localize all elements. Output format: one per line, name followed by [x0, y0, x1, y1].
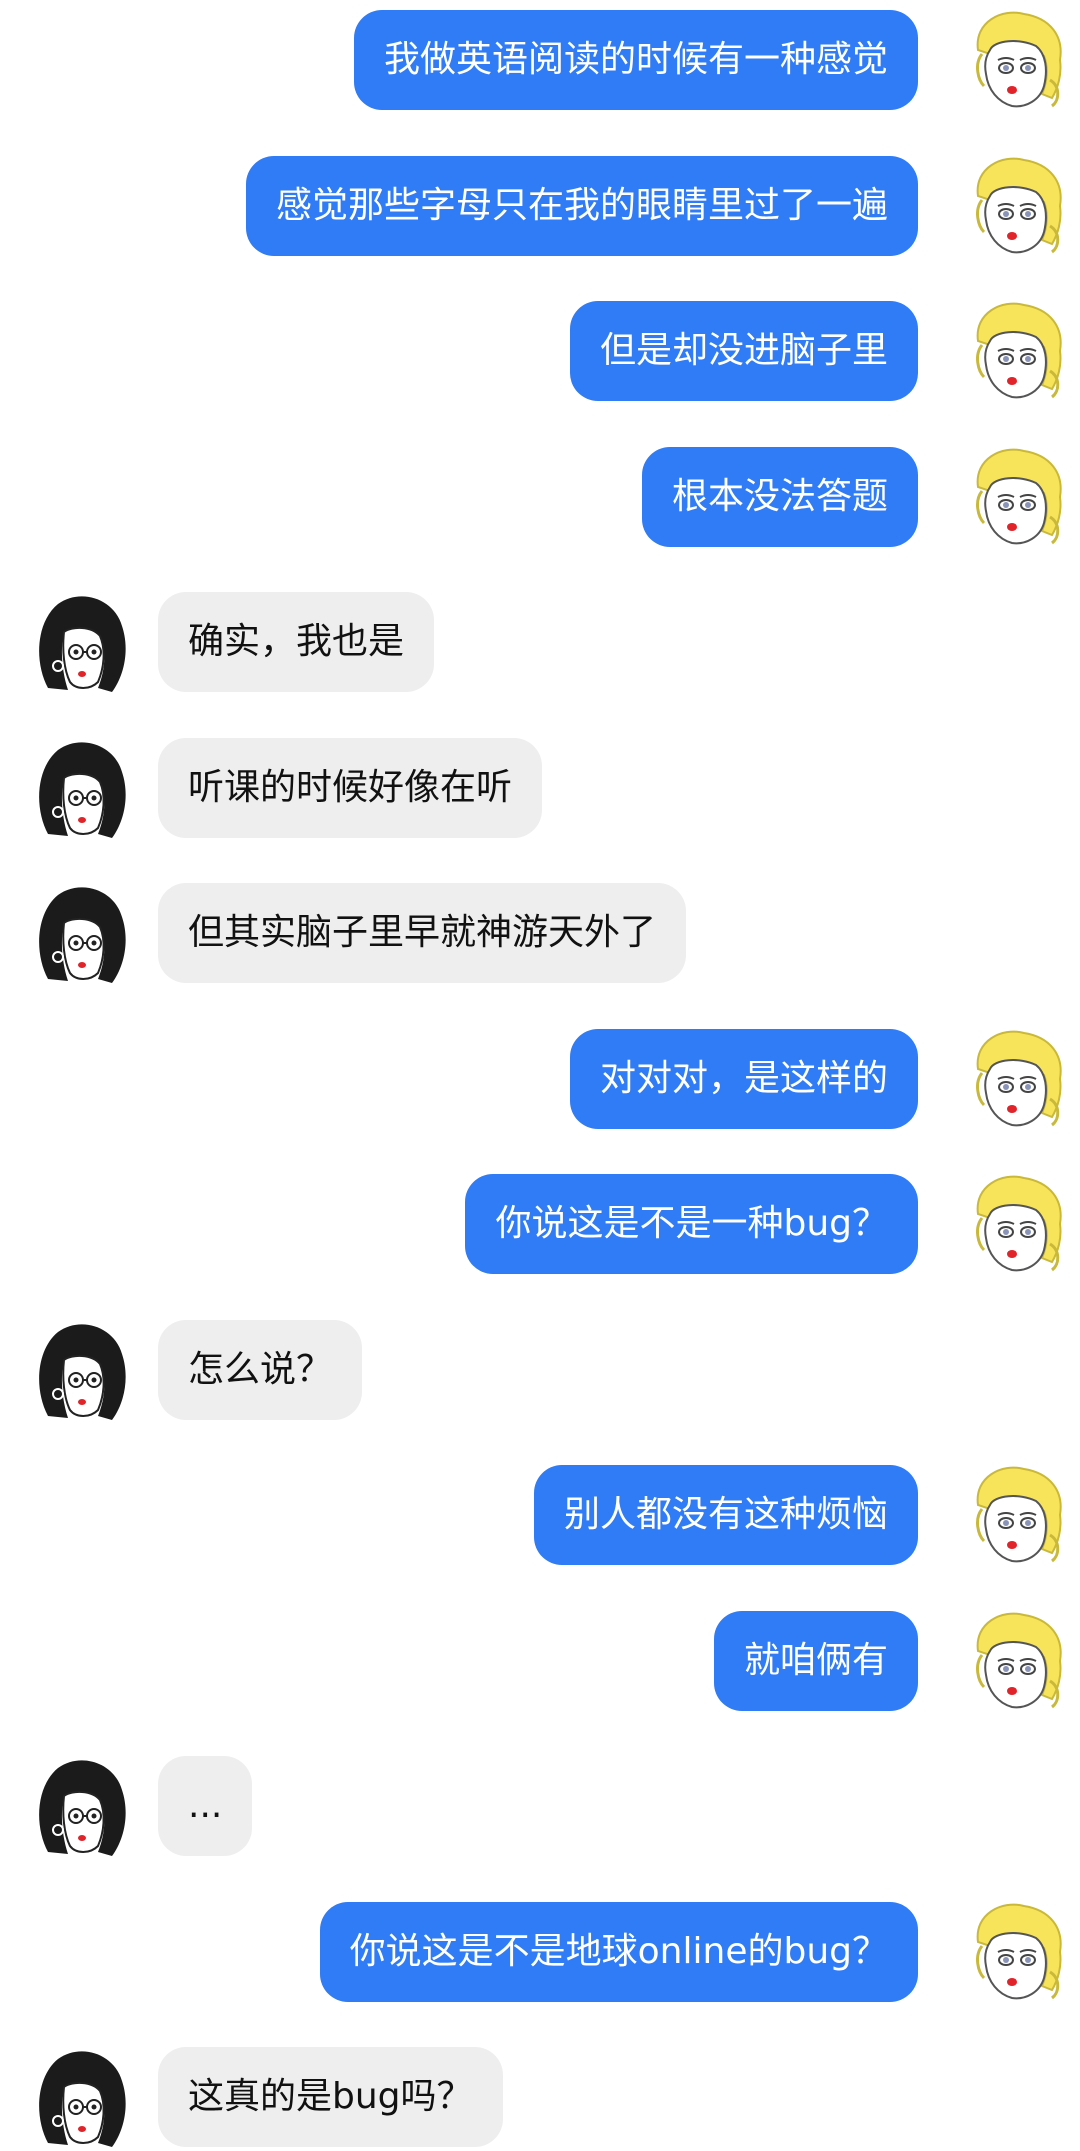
message-row: 听课的时候好像在听 — [0, 737, 1080, 842]
blonde-avatar[interactable] — [964, 10, 1068, 114]
message-row: 就咱俩有 — [0, 1610, 1080, 1715]
dark-hair-avatar[interactable] — [28, 883, 132, 987]
dark-hair-avatar[interactable] — [28, 1756, 132, 1860]
message-row: 根本没法答题 — [0, 446, 1080, 551]
message-bubble[interactable]: 怎么说？ — [158, 1319, 363, 1420]
message-row: 我做英语阅读的时候有一种感觉 — [0, 10, 1080, 114]
message-bubble[interactable]: 就咱俩有 — [713, 1610, 918, 1711]
message-bubble[interactable]: 你说这是不是一种bug？ — [465, 1174, 918, 1274]
blonde-avatar[interactable] — [964, 446, 1068, 551]
chat-thread: 我做英语阅读的时候有一种感觉 感觉那些字母只在我的眼睛里过了一遍 但是却没进脑子… — [0, 0, 1080, 2151]
message-row: 感觉那些字母只在我的眼睛里过了一遍 — [0, 155, 1080, 260]
blonde-avatar[interactable] — [964, 155, 1068, 260]
blonde-avatar[interactable] — [964, 1028, 1068, 1133]
message-bubble[interactable]: 别人都没有这种烦恼 — [533, 1465, 918, 1565]
dark-hair-avatar[interactable] — [28, 592, 132, 696]
message-bubble[interactable]: 我做英语阅读的时候有一种感觉 — [353, 10, 918, 110]
message-bubble[interactable]: 对对对，是这样的 — [569, 1028, 918, 1129]
message-bubble[interactable]: 但是却没进脑子里 — [569, 301, 918, 401]
message-bubble[interactable]: ... — [158, 1756, 253, 1856]
dark-hair-avatar[interactable] — [28, 2047, 132, 2151]
blonde-avatar[interactable] — [964, 301, 1068, 405]
blonde-avatar[interactable] — [964, 1465, 1068, 1569]
dark-hair-avatar[interactable] — [28, 1319, 132, 1424]
blonde-avatar[interactable] — [964, 1901, 1068, 2006]
message-bubble[interactable]: 听课的时候好像在听 — [158, 737, 543, 838]
dark-hair-avatar[interactable] — [28, 737, 132, 842]
message-row: 你说这是不是一种bug？ — [0, 1174, 1080, 1278]
blonde-avatar[interactable] — [964, 1174, 1068, 1278]
message-row: 但是却没进脑子里 — [0, 301, 1080, 405]
message-row: 但其实脑子里早就神游天外了 — [0, 883, 1080, 987]
message-row: 别人都没有这种烦恼 — [0, 1465, 1080, 1569]
message-bubble[interactable]: 根本没法答题 — [641, 446, 918, 547]
blonde-avatar[interactable] — [964, 1610, 1068, 1715]
message-row: 你说这是不是地球online的bug？ — [0, 1901, 1080, 2006]
message-bubble[interactable]: 你说这是不是地球online的bug？ — [319, 1901, 918, 2002]
message-row: 确实，我也是 — [0, 592, 1080, 696]
message-row: ... — [0, 1756, 1080, 1860]
message-bubble[interactable]: 感觉那些字母只在我的眼睛里过了一遍 — [245, 155, 918, 256]
message-bubble[interactable]: 这真的是bug吗？ — [158, 2047, 503, 2147]
message-bubble[interactable]: 确实，我也是 — [158, 592, 435, 692]
message-row: 怎么说？ — [0, 1319, 1080, 1424]
message-row: 对对对，是这样的 — [0, 1028, 1080, 1133]
message-row: 这真的是bug吗？ — [0, 2047, 1080, 2151]
message-bubble[interactable]: 但其实脑子里早就神游天外了 — [158, 883, 687, 983]
